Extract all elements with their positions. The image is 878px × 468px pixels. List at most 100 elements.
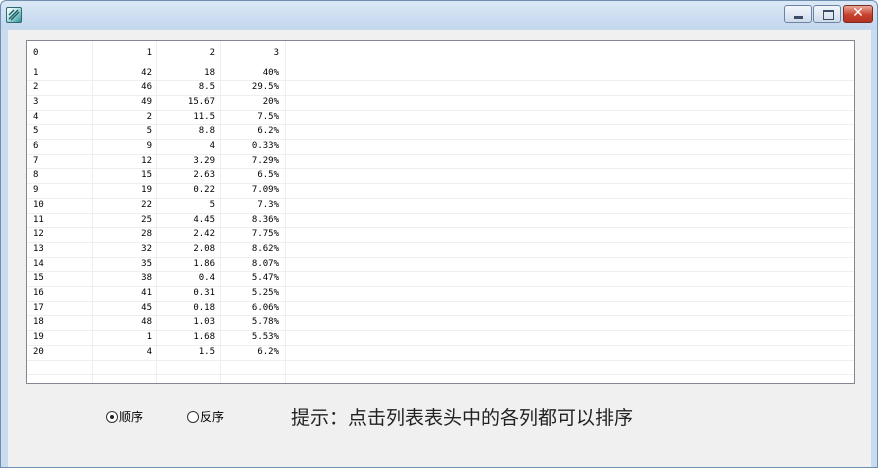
- table-cell: 15: [141, 170, 152, 181]
- main-window: ✕ 0 1 2 3 1 42 18 40% 2 46 8.5 29.5% 3 49 15.67 20%…: [0, 0, 878, 468]
- column-header-3[interactable]: 3: [221, 45, 279, 63]
- table-cell: 0.31: [193, 288, 215, 298]
- table-row[interactable]: 19 1 1.68 5.53%: [27, 330, 854, 345]
- table-cell: 16: [33, 288, 44, 298]
- list-header[interactable]: 0 1 2 3: [27, 45, 854, 63]
- table-cell: 18: [204, 67, 215, 78]
- table-cell: 6.06%: [251, 302, 279, 313]
- table-cell: 1: [33, 67, 39, 78]
- table-cell: 40%: [262, 67, 279, 78]
- table-cell: 18: [33, 317, 44, 328]
- table-cell: 8.07%: [251, 258, 279, 269]
- data-list-view[interactable]: 0 1 2 3 1 42 18 40% 2 46 8.5 29.5% 3 49 15.67 20% 4 2…: [26, 40, 855, 384]
- client-area: 0 1 2 3 1 42 18 40% 2 46 8.5 29.5% 3 49 15.67 20% 4 2…: [8, 30, 871, 467]
- column-gridline: [92, 41, 93, 383]
- table-cell: 41: [141, 288, 152, 298]
- table-cell: 19: [33, 332, 44, 343]
- table-cell: 4: [33, 111, 39, 122]
- column-header-1[interactable]: 1: [93, 45, 152, 63]
- table-cell: 2: [146, 111, 152, 122]
- table-cell: 7.29%: [251, 155, 279, 166]
- table-row[interactable]: 14 35 1.86 8.07%: [27, 257, 854, 272]
- table-cell: 4: [209, 141, 215, 151]
- table-cell: 14: [33, 258, 44, 269]
- table-cell: 25: [141, 214, 152, 225]
- column-gridline: [220, 41, 221, 383]
- table-cell: 1.86: [193, 258, 215, 269]
- table-cell: 7.75%: [251, 229, 279, 240]
- close-icon: ✕: [852, 5, 864, 21]
- table-row[interactable]: 1 42 18 40%: [27, 66, 854, 81]
- table-row[interactable]: 7 12 3.29 7.29%: [27, 154, 854, 169]
- table-cell: 45: [141, 302, 152, 313]
- table-cell: 5: [209, 199, 215, 210]
- column-header-2[interactable]: 2: [157, 45, 215, 63]
- table-cell: 5.78%: [251, 317, 279, 328]
- table-cell: 46: [141, 82, 152, 93]
- table-row[interactable]: 4 2 11.5 7.5%: [27, 110, 854, 125]
- radio-dot: [110, 415, 114, 419]
- table-row[interactable]: 20 4 1.5 6.2%: [27, 345, 854, 360]
- table-cell: 5.25%: [251, 288, 279, 298]
- row-gridline: [27, 359, 854, 361]
- table-row[interactable]: 13 32 2.08 8.62%: [27, 242, 854, 257]
- table-cell: 6: [33, 141, 39, 151]
- table-cell: 4.45: [193, 214, 215, 225]
- table-cell: 42: [141, 67, 152, 78]
- app-icon[interactable]: [6, 7, 22, 23]
- table-cell: 20%: [262, 96, 279, 107]
- table-cell: 49: [141, 96, 152, 107]
- table-cell: 8.8: [198, 126, 215, 137]
- table-row[interactable]: 3 49 15.67 20%: [27, 95, 854, 110]
- table-cell: 6.2%: [257, 346, 279, 357]
- table-cell: 38: [141, 273, 152, 284]
- minimize-button[interactable]: [784, 5, 812, 23]
- table-row[interactable]: 15 38 0.4 5.47%: [27, 271, 854, 286]
- table-row[interactable]: 12 28 2.42 7.75%: [27, 227, 854, 242]
- table-row[interactable]: 5 5 8.8 6.2%: [27, 124, 854, 139]
- table-row[interactable]: 11 25 4.45 8.36%: [27, 213, 854, 228]
- table-cell: 5: [146, 126, 152, 137]
- table-cell: 4: [146, 346, 152, 357]
- table-cell: 32: [141, 243, 152, 254]
- maximize-button[interactable]: [813, 5, 841, 23]
- table-row[interactable]: 18 48 1.03 5.78%: [27, 315, 854, 330]
- table-cell: 22: [141, 199, 152, 210]
- hint-text: 提示：点击列表表头中的各列都可以排序: [291, 407, 634, 429]
- table-cell: 19: [141, 185, 152, 196]
- title-bar[interactable]: ✕: [1, 1, 877, 29]
- column-header-0[interactable]: 0: [33, 45, 93, 63]
- table-cell: 1.03: [193, 317, 215, 328]
- table-row[interactable]: 6 9 4 0.33%: [27, 139, 854, 154]
- table-cell: 1.5: [198, 346, 215, 357]
- table-cell: 15: [33, 273, 44, 284]
- table-row[interactable]: 9 19 0.22 7.09%: [27, 183, 854, 198]
- column-gridline: [285, 41, 286, 383]
- table-cell: 6.2%: [257, 126, 279, 137]
- sort-ascending-label: 顺序: [119, 410, 144, 424]
- table-row[interactable]: 10 22 5 7.3%: [27, 198, 854, 213]
- table-cell: 6.5%: [257, 170, 279, 181]
- table-cell: 13: [33, 243, 44, 254]
- table-cell: 48: [141, 317, 152, 328]
- table-row[interactable]: 16 41 0.31 5.25%: [27, 286, 854, 301]
- table-row[interactable]: 2 46 8.5 29.5%: [27, 80, 854, 95]
- table-cell: 7.09%: [251, 185, 279, 196]
- sort-descending-radio[interactable]: 反序: [187, 410, 247, 426]
- table-cell: 0.4: [198, 273, 215, 284]
- table-cell: 5: [33, 126, 39, 137]
- close-button[interactable]: ✕: [843, 5, 873, 23]
- table-cell: 28: [141, 229, 152, 240]
- table-cell: 11.5: [193, 111, 215, 122]
- sort-descending-label: 反序: [200, 410, 225, 424]
- table-cell: 2.08: [193, 243, 215, 254]
- table-cell: 1.68: [193, 332, 215, 343]
- table-row[interactable]: 17 45 0.18 6.06%: [27, 301, 854, 316]
- sort-ascending-radio[interactable]: 顺序: [106, 410, 166, 426]
- table-cell: 7.3%: [257, 199, 279, 210]
- table-cell: 20: [33, 346, 44, 357]
- table-row[interactable]: 8 15 2.63 6.5%: [27, 168, 854, 183]
- table-cell: 15.67: [187, 96, 215, 107]
- table-cell: 3.29: [193, 155, 215, 166]
- table-cell: 35: [141, 258, 152, 269]
